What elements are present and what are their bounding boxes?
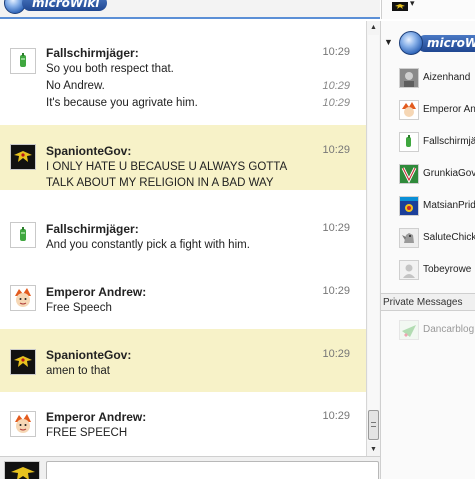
user-name: Tobeyrowe bbox=[423, 264, 472, 275]
message-text: Free Speech bbox=[46, 302, 112, 314]
chicken-icon bbox=[400, 229, 418, 247]
message-text: FREE SPEECH bbox=[46, 427, 128, 439]
user-avatar bbox=[399, 164, 419, 184]
user-name: Emperor Andrew bbox=[423, 104, 475, 115]
chat-scrollbar[interactable]: ▲ ▼ bbox=[366, 21, 380, 456]
message-author: Fallschirmjäger: bbox=[46, 46, 139, 60]
portrait-icon bbox=[400, 69, 418, 87]
green-figure-icon bbox=[20, 53, 26, 67]
user-name: Aizenhand bbox=[423, 72, 471, 83]
green-figure-icon bbox=[406, 135, 411, 147]
message-group: SpanionteGov: 10:29 amen to that bbox=[0, 329, 366, 392]
eagle-flag-icon bbox=[11, 350, 35, 374]
message-time: 10:29 bbox=[322, 97, 350, 109]
avatar[interactable] bbox=[10, 411, 36, 437]
default-user-icon bbox=[400, 261, 418, 279]
message-text: And you constantly pick a fight with him… bbox=[46, 239, 250, 251]
message-text: No Andrew. bbox=[46, 80, 105, 92]
message-input[interactable] bbox=[46, 461, 379, 479]
sidebar: ▼ microWiki Aizenhand Emperor Andr bbox=[380, 21, 475, 479]
message-author: Emperor Andrew: bbox=[46, 285, 147, 299]
avatar[interactable] bbox=[10, 144, 36, 170]
user-name: Fallschirmjäger bbox=[423, 136, 475, 147]
user-avatar bbox=[399, 320, 419, 340]
user-avatar bbox=[399, 68, 419, 88]
own-avatar bbox=[4, 461, 40, 479]
eagle-flag-icon bbox=[392, 2, 408, 11]
avatar[interactable] bbox=[10, 285, 36, 311]
scroll-up-arrow-icon[interactable]: ▲ bbox=[367, 21, 380, 34]
message-time: 10:29 bbox=[322, 80, 350, 92]
message-author: Emperor Andrew: bbox=[46, 410, 147, 424]
eagle-flag-icon bbox=[11, 145, 35, 169]
message-text: It's because you agrivate him. bbox=[46, 97, 198, 109]
green-figure-icon bbox=[20, 227, 26, 241]
private-message-item[interactable]: Dancarblog bbox=[381, 318, 475, 344]
message-author: SpanionteGov: bbox=[46, 144, 132, 158]
user-list-item[interactable]: Tobeyrowe bbox=[381, 256, 475, 284]
chevron-down-icon: ▾ bbox=[410, 0, 415, 8]
header-room-indicator[interactable]: ▾ bbox=[381, 0, 475, 19]
scroll-down-arrow-icon[interactable]: ▼ bbox=[367, 443, 380, 456]
logo-text: microWiki bbox=[22, 0, 108, 11]
cartoon-face-icon bbox=[15, 288, 31, 307]
scroll-thumb[interactable] bbox=[368, 410, 379, 440]
message-time: 10:29 bbox=[322, 410, 350, 422]
star-icon bbox=[400, 321, 418, 339]
message-author: SpanionteGov: bbox=[46, 348, 132, 362]
scroll-track[interactable] bbox=[368, 35, 379, 441]
cartoon-face-icon bbox=[15, 414, 31, 433]
message-time: 10:29 bbox=[322, 46, 350, 58]
user-list-item[interactable]: MatsianPride bbox=[381, 192, 475, 220]
microwiki-logo[interactable]: microWiki bbox=[4, 0, 108, 14]
collapse-triangle-icon[interactable]: ▼ bbox=[384, 37, 393, 47]
user-name: SaluteChicken bbox=[423, 232, 475, 243]
message-group: Fallschirmjäger: So you both respect tha… bbox=[0, 21, 366, 121]
room-title: microWiki bbox=[417, 35, 475, 52]
message-group: SpanionteGov: 10:29 I ONLY HATE U BECAUS… bbox=[0, 125, 366, 190]
user-list-item[interactable]: Aizenhand bbox=[381, 64, 475, 92]
message-time: 10:29 bbox=[322, 222, 350, 234]
avatar[interactable] bbox=[10, 48, 36, 74]
grunkia-flag-icon bbox=[400, 165, 418, 183]
message-group: Emperor Andrew: 10:29 Free Speech bbox=[0, 261, 366, 321]
composer bbox=[0, 456, 380, 479]
header-bar: microWiki bbox=[0, 0, 380, 19]
user-avatar bbox=[399, 132, 419, 152]
user-avatar bbox=[399, 260, 419, 280]
message-text: So you both respect that. bbox=[46, 63, 174, 75]
avatar[interactable] bbox=[10, 349, 36, 375]
user-name: Dancarblog bbox=[423, 324, 475, 335]
message-author: Fallschirmjäger: bbox=[46, 222, 139, 236]
message-text: amen to that bbox=[46, 365, 110, 377]
user-name: GrunkiaGovernment bbox=[423, 168, 475, 179]
matsian-badge-icon bbox=[400, 197, 418, 215]
message-list[interactable]: Fallschirmjäger: So you both respect tha… bbox=[0, 21, 366, 456]
message-group: Emperor Andrew: 10:29 FREE SPEECH bbox=[0, 397, 366, 456]
user-list-item[interactable]: GrunkiaGovernment bbox=[381, 160, 475, 188]
user-list-item[interactable]: SaluteChicken bbox=[381, 224, 475, 252]
room-header[interactable]: ▼ microWiki bbox=[381, 30, 475, 60]
user-list-item[interactable]: Emperor Andrew bbox=[381, 96, 475, 124]
message-text: I ONLY HATE U BECAUSE U ALWAYS GOTTA TAL… bbox=[46, 161, 287, 189]
message-time: 10:29 bbox=[322, 285, 350, 297]
cartoon-face-icon bbox=[402, 102, 416, 117]
avatar[interactable] bbox=[10, 222, 36, 248]
eagle-flag-icon bbox=[5, 462, 39, 479]
user-avatar bbox=[399, 196, 419, 216]
grip-icon bbox=[371, 422, 376, 427]
user-avatar bbox=[399, 228, 419, 248]
message-time: 10:29 bbox=[322, 144, 350, 156]
message-group: Fallschirmjäger: 10:29 And you constantl… bbox=[0, 193, 366, 253]
message-time: 10:29 bbox=[322, 348, 350, 360]
user-list-item[interactable]: Fallschirmjäger bbox=[381, 128, 475, 156]
chat-window: microWiki ▾ Fallschirmjäger: So you both… bbox=[0, 0, 475, 479]
user-name: MatsianPride bbox=[423, 200, 475, 211]
private-messages-header: Private Messages bbox=[381, 293, 475, 311]
globe-icon bbox=[399, 31, 423, 55]
user-avatar bbox=[399, 100, 419, 120]
